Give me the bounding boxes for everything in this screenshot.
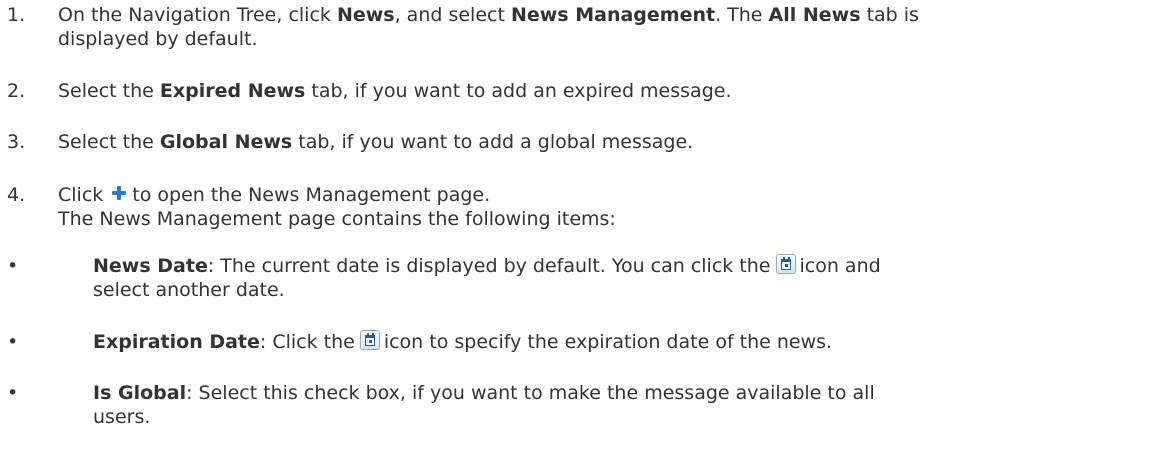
calendar-icon xyxy=(359,330,380,350)
ui-term-news: News xyxy=(336,4,395,26)
text-run: Select the xyxy=(58,80,160,102)
field-label-news-date: News Date xyxy=(93,255,208,277)
step-number: 3. xyxy=(7,131,26,153)
step-number: 4. xyxy=(7,184,26,206)
text-run: icon and xyxy=(799,255,881,277)
procedure-document: 1. On the Navigation Tree, click News, a… xyxy=(0,0,1162,454)
calendar-icon xyxy=(775,254,796,274)
field-label-is-global: Is Global xyxy=(93,382,187,404)
ui-term-news-management: News Management xyxy=(510,4,716,26)
item-line: select another date. xyxy=(93,279,285,301)
item-text: Expiration Date: Click the icon to specif… xyxy=(93,330,1150,354)
text-run: : The current date is displayed by defau… xyxy=(207,255,771,277)
text-run: : Click the xyxy=(259,331,355,353)
item-line: Is Global: Select this check box, if you… xyxy=(93,381,1150,405)
item-text: Is Global: Select this check box, if you… xyxy=(93,381,1150,429)
step-number: 1. xyxy=(7,4,26,26)
text-run: Select the xyxy=(58,131,160,153)
text-run: icon to specify the expiration date of t… xyxy=(383,331,833,353)
field-label-expiration-date: Expiration Date xyxy=(93,331,260,353)
item-line: News Date: The current date is displayed… xyxy=(93,254,1150,278)
plus-icon xyxy=(110,184,128,202)
bullet: • xyxy=(7,255,19,277)
bullet: • xyxy=(7,331,19,353)
step-text: Select the Expired News tab, if you want… xyxy=(58,79,1160,103)
step-line: Select the Expired News tab, if you want… xyxy=(58,79,1160,103)
step-text: Select the Global News tab, if you want … xyxy=(58,130,1160,154)
text-run: : Select this check box, if you want to … xyxy=(186,382,875,404)
ui-term-all-news: All News xyxy=(768,4,861,26)
step-line: Select the Global News tab, if you want … xyxy=(58,130,1160,154)
item-line: Expiration Date: Click the icon to specif… xyxy=(93,330,1150,354)
step-line: Click to open the News Management page. xyxy=(58,183,1160,207)
step-text: On the Navigation Tree, click News, and … xyxy=(58,3,1160,51)
item-line: users. xyxy=(93,406,151,428)
step-line: The News Management page contains the fo… xyxy=(58,208,616,230)
ui-term-expired-news: Expired News xyxy=(159,80,306,102)
text-run: tab, if you want to add an expired messa… xyxy=(305,80,732,102)
text-run: On the Navigation Tree, click xyxy=(58,4,337,26)
text-run: tab is xyxy=(860,4,919,26)
item-text: News Date: The current date is displayed… xyxy=(93,254,1150,302)
text-run: Click xyxy=(58,184,104,206)
step-line: On the Navigation Tree, click News, and … xyxy=(58,3,1160,27)
ui-term-global-news: Global News xyxy=(159,131,293,153)
step-text: Click to open the News Management page. T… xyxy=(58,183,1160,231)
step-line: displayed by default. xyxy=(58,28,258,50)
text-run: . The xyxy=(715,4,769,26)
step-number: 2. xyxy=(7,80,26,102)
text-run: to open the News Management page. xyxy=(132,184,491,206)
text-run: , and select xyxy=(394,4,511,26)
text-run: tab, if you want to add a global message… xyxy=(292,131,694,153)
bullet: • xyxy=(7,382,19,404)
